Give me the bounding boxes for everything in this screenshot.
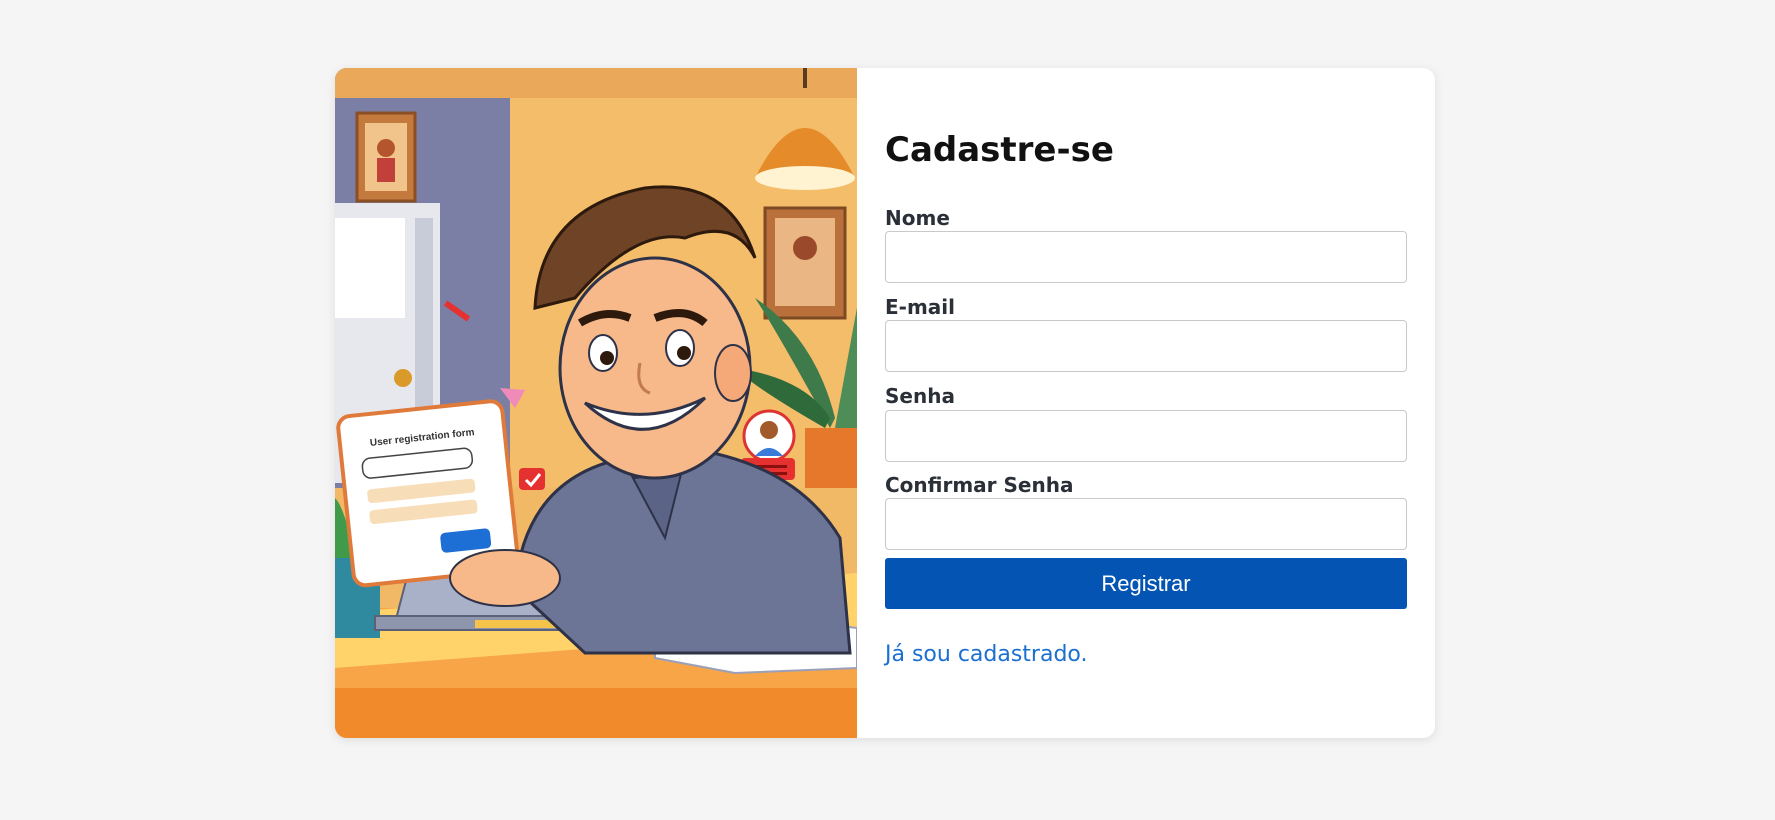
confirm-password-label: Confirmar Senha	[885, 473, 1074, 497]
email-field[interactable]	[885, 320, 1407, 372]
password-label: Senha	[885, 384, 955, 408]
name-field[interactable]	[885, 231, 1407, 283]
email-label: E-mail	[885, 295, 956, 319]
already-registered-link[interactable]: Já sou cadastrado.	[885, 642, 1088, 667]
illustration-panel: User registration form	[335, 68, 857, 738]
register-button[interactable]: Registrar	[885, 558, 1407, 609]
confirm-password-field[interactable]	[885, 498, 1407, 550]
registration-form: Cadastre-se Nome E-mail Senha Confirmar …	[857, 68, 1435, 738]
name-label: Nome	[885, 206, 950, 230]
password-field[interactable]	[885, 410, 1407, 462]
illustration-image: User registration form	[335, 68, 857, 738]
page-title: Cadastre-se	[885, 130, 1114, 170]
registration-card: User registration form Cadastre-se Nome …	[335, 68, 1435, 738]
